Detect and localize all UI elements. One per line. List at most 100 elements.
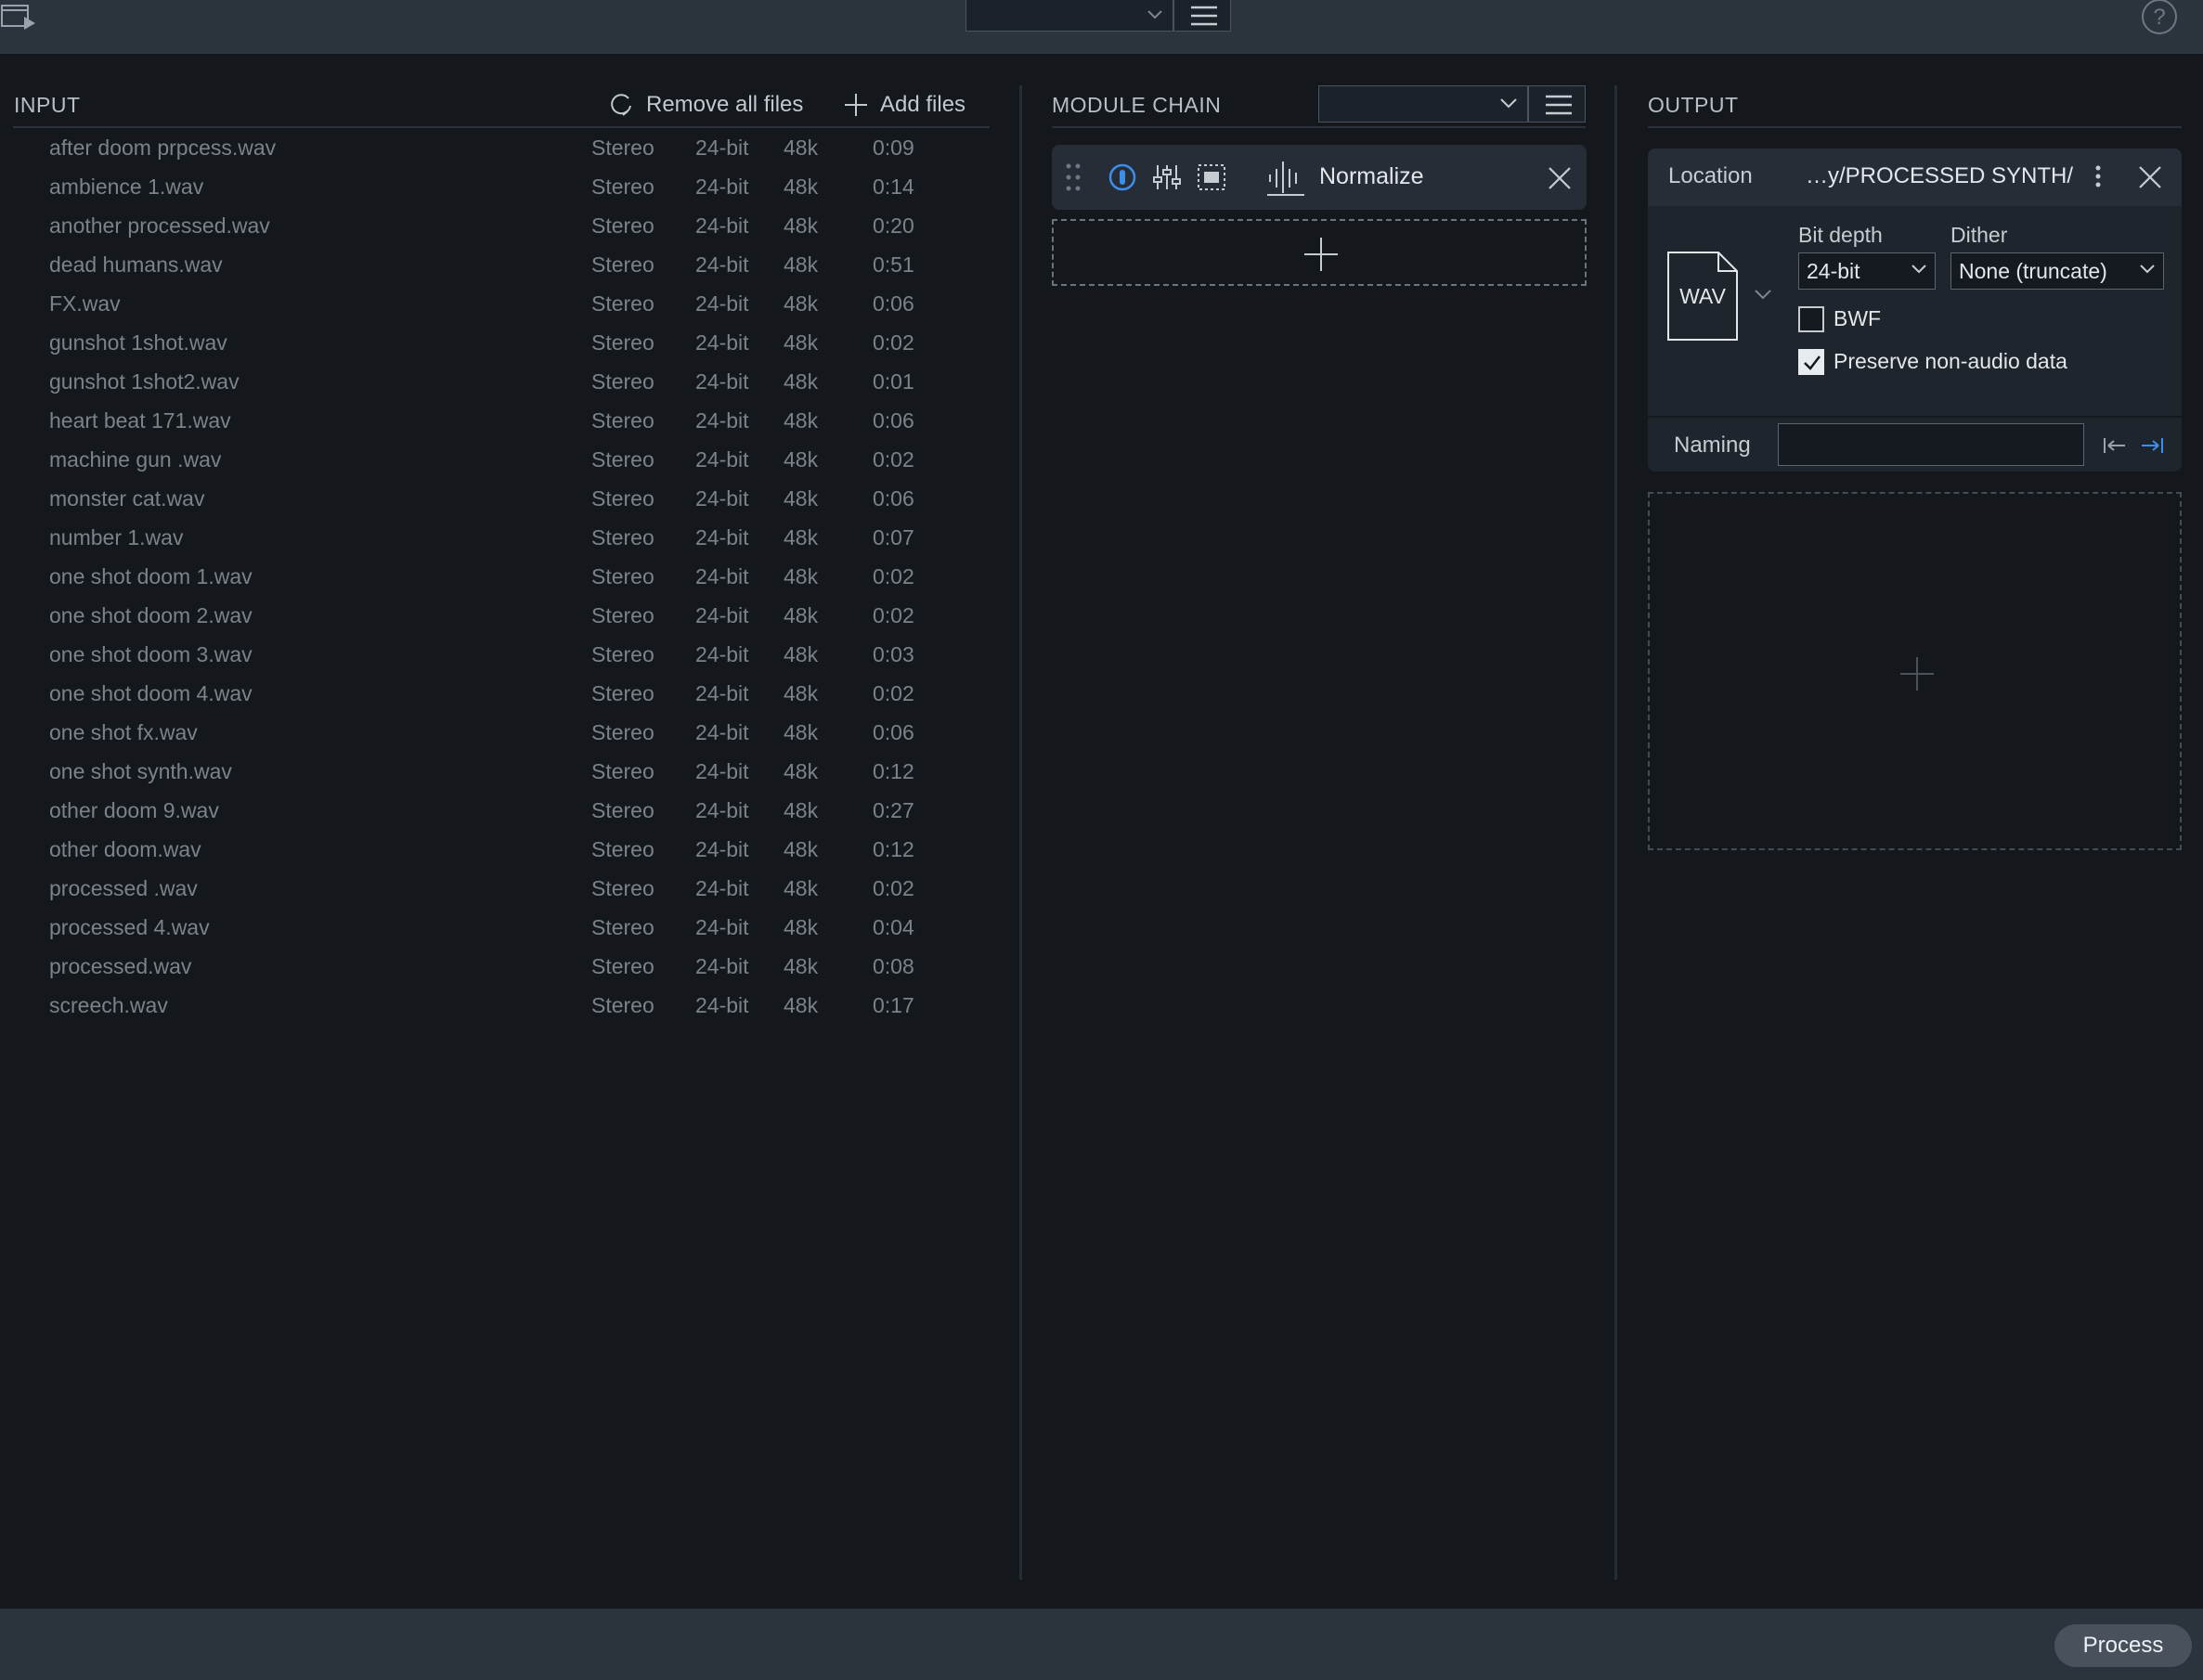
file-format-icon[interactable]: WAV bbox=[1666, 251, 1739, 342]
file-row[interactable]: gunshot 1shot.wav Stereo 24-bit 48k 0:02 bbox=[13, 325, 990, 364]
preserve-non-audio-checkbox[interactable] bbox=[1798, 349, 1824, 375]
file-row[interactable]: other doom 9.wav Stereo 24-bit 48k 0:27 bbox=[13, 793, 990, 832]
input-file-list[interactable]: after doom prpcess.wav Stereo 24-bit 48k… bbox=[13, 130, 990, 1027]
file-duration: 0:12 bbox=[873, 837, 914, 861]
file-row[interactable]: one shot doom 1.wav Stereo 24-bit 48k 0:… bbox=[13, 559, 990, 598]
chevron-down-icon[interactable] bbox=[1754, 288, 1772, 301]
file-sample-rate: 48k bbox=[784, 915, 819, 939]
file-channels: Stereo bbox=[591, 369, 654, 394]
output-settings-card: Location …y/PROCESSED SYNTH/ WAV Bit dep… bbox=[1648, 149, 2182, 472]
module-power-icon[interactable] bbox=[1108, 162, 1137, 192]
close-icon[interactable] bbox=[2138, 165, 2162, 189]
file-row[interactable]: screech.wav Stereo 24-bit 48k 0:17 bbox=[13, 988, 990, 1027]
output-section-title: OUTPUT bbox=[1648, 93, 1739, 117]
add-output-drop-zone[interactable] bbox=[1648, 492, 2182, 850]
location-row[interactable]: Location …y/PROCESSED SYNTH/ bbox=[1648, 149, 2182, 206]
file-name: gunshot 1shot2.wav bbox=[49, 369, 240, 394]
column-divider[interactable] bbox=[1019, 85, 1022, 1580]
add-files-button[interactable]: Add files bbox=[843, 89, 965, 121]
file-bit-depth: 24-bit bbox=[695, 798, 749, 822]
file-channels: Stereo bbox=[591, 525, 654, 549]
file-channels: Stereo bbox=[591, 876, 654, 900]
file-bit-depth: 24-bit bbox=[695, 174, 749, 199]
file-row[interactable]: processed .wav Stereo 24-bit 48k 0:02 bbox=[13, 871, 990, 910]
file-row[interactable]: FX.wav Stereo 24-bit 48k 0:06 bbox=[13, 286, 990, 325]
module-normalize[interactable]: Normalize bbox=[1052, 145, 1587, 210]
file-duration: 0:12 bbox=[873, 759, 914, 783]
file-name: FX.wav bbox=[49, 291, 121, 316]
file-row[interactable]: processed.wav Stereo 24-bit 48k 0:08 bbox=[13, 949, 990, 988]
file-channels: Stereo bbox=[591, 136, 654, 160]
refresh-icon bbox=[607, 91, 635, 119]
preserve-non-audio-label: Preserve non-audio data bbox=[1834, 349, 2067, 373]
dither-dropdown[interactable]: None (truncate) bbox=[1950, 252, 2164, 290]
file-name: other doom.wav bbox=[49, 837, 201, 861]
remove-all-files-button[interactable]: Remove all files bbox=[607, 89, 803, 121]
file-sample-rate: 48k bbox=[784, 720, 819, 744]
file-bit-depth: 24-bit bbox=[695, 486, 749, 510]
chevron-down-icon bbox=[2139, 263, 2156, 276]
align-left-icon[interactable] bbox=[2103, 436, 2127, 455]
bit-depth-dropdown[interactable]: 24-bit bbox=[1798, 252, 1936, 290]
file-name: heart beat 171.wav bbox=[49, 408, 231, 433]
preset-menu-button[interactable] bbox=[1173, 0, 1231, 32]
align-right-icon[interactable] bbox=[2140, 436, 2164, 455]
file-bit-depth: 24-bit bbox=[695, 681, 749, 705]
file-row[interactable]: one shot doom 4.wav Stereo 24-bit 48k 0:… bbox=[13, 676, 990, 715]
file-bit-depth: 24-bit bbox=[695, 213, 749, 238]
file-channels: Stereo bbox=[591, 252, 654, 277]
column-divider[interactable] bbox=[1614, 85, 1617, 1580]
batch-window-icon[interactable] bbox=[0, 0, 39, 33]
file-row[interactable]: one shot synth.wav Stereo 24-bit 48k 0:1… bbox=[13, 754, 990, 793]
file-row[interactable]: one shot doom 3.wav Stereo 24-bit 48k 0:… bbox=[13, 637, 990, 676]
help-icon[interactable]: ? bbox=[2140, 0, 2179, 35]
naming-input[interactable] bbox=[1778, 423, 2084, 466]
file-channels: Stereo bbox=[591, 486, 654, 510]
chain-menu-button[interactable] bbox=[1528, 85, 1586, 123]
file-row[interactable]: number 1.wav Stereo 24-bit 48k 0:07 bbox=[13, 520, 990, 559]
file-row[interactable]: one shot fx.wav Stereo 24-bit 48k 0:06 bbox=[13, 715, 990, 754]
location-path[interactable]: …y/PROCESSED SYNTH/ bbox=[1806, 163, 2073, 189]
file-name: gunshot 1shot.wav bbox=[49, 330, 227, 355]
file-bit-depth: 24-bit bbox=[695, 837, 749, 861]
file-sample-rate: 48k bbox=[784, 330, 819, 355]
file-duration: 0:06 bbox=[873, 291, 914, 316]
file-row[interactable]: processed 4.wav Stereo 24-bit 48k 0:04 bbox=[13, 910, 990, 949]
file-row[interactable]: ambience 1.wav Stereo 24-bit 48k 0:14 bbox=[13, 169, 990, 208]
file-duration: 0:01 bbox=[873, 369, 914, 394]
file-bit-depth: 24-bit bbox=[695, 291, 749, 316]
file-channels: Stereo bbox=[591, 564, 654, 588]
file-bit-depth: 24-bit bbox=[695, 954, 749, 978]
file-name: other doom 9.wav bbox=[49, 798, 219, 822]
more-options-icon[interactable] bbox=[2093, 163, 2103, 189]
sliders-icon[interactable] bbox=[1152, 162, 1182, 192]
file-channels: Stereo bbox=[591, 213, 654, 238]
file-row[interactable]: monster cat.wav Stereo 24-bit 48k 0:06 bbox=[13, 481, 990, 520]
close-icon[interactable] bbox=[1548, 166, 1572, 190]
selection-icon[interactable] bbox=[1197, 162, 1226, 192]
file-duration: 0:06 bbox=[873, 720, 914, 744]
file-duration: 0:14 bbox=[873, 174, 914, 199]
file-channels: Stereo bbox=[591, 759, 654, 783]
process-button[interactable]: Process bbox=[2054, 1624, 2192, 1667]
file-name: monster cat.wav bbox=[49, 486, 205, 510]
bwf-checkbox[interactable] bbox=[1798, 306, 1824, 332]
file-sample-rate: 48k bbox=[784, 174, 819, 199]
remove-all-files-label: Remove all files bbox=[646, 92, 804, 117]
file-row[interactable]: another processed.wav Stereo 24-bit 48k … bbox=[13, 208, 990, 247]
chain-preset-dropdown[interactable] bbox=[1318, 85, 1528, 123]
file-row[interactable]: gunshot 1shot2.wav Stereo 24-bit 48k 0:0… bbox=[13, 364, 990, 403]
bit-depth-value: 24-bit bbox=[1807, 259, 1860, 283]
add-files-label: Add files bbox=[880, 92, 966, 117]
file-row[interactable]: dead humans.wav Stereo 24-bit 48k 0:51 bbox=[13, 247, 990, 286]
drag-handle-icon[interactable] bbox=[1065, 162, 1082, 192]
preset-dropdown[interactable] bbox=[965, 0, 1173, 32]
file-row[interactable]: after doom prpcess.wav Stereo 24-bit 48k… bbox=[13, 130, 990, 169]
file-row[interactable]: other doom.wav Stereo 24-bit 48k 0:12 bbox=[13, 832, 990, 871]
file-row[interactable]: heart beat 171.wav Stereo 24-bit 48k 0:0… bbox=[13, 403, 990, 442]
file-row[interactable]: machine gun .wav Stereo 24-bit 48k 0:02 bbox=[13, 442, 990, 481]
plus-icon bbox=[843, 92, 869, 118]
add-module-drop-zone[interactable] bbox=[1052, 219, 1587, 286]
output-header-divider bbox=[1648, 126, 2182, 128]
file-row[interactable]: one shot doom 2.wav Stereo 24-bit 48k 0:… bbox=[13, 598, 990, 637]
